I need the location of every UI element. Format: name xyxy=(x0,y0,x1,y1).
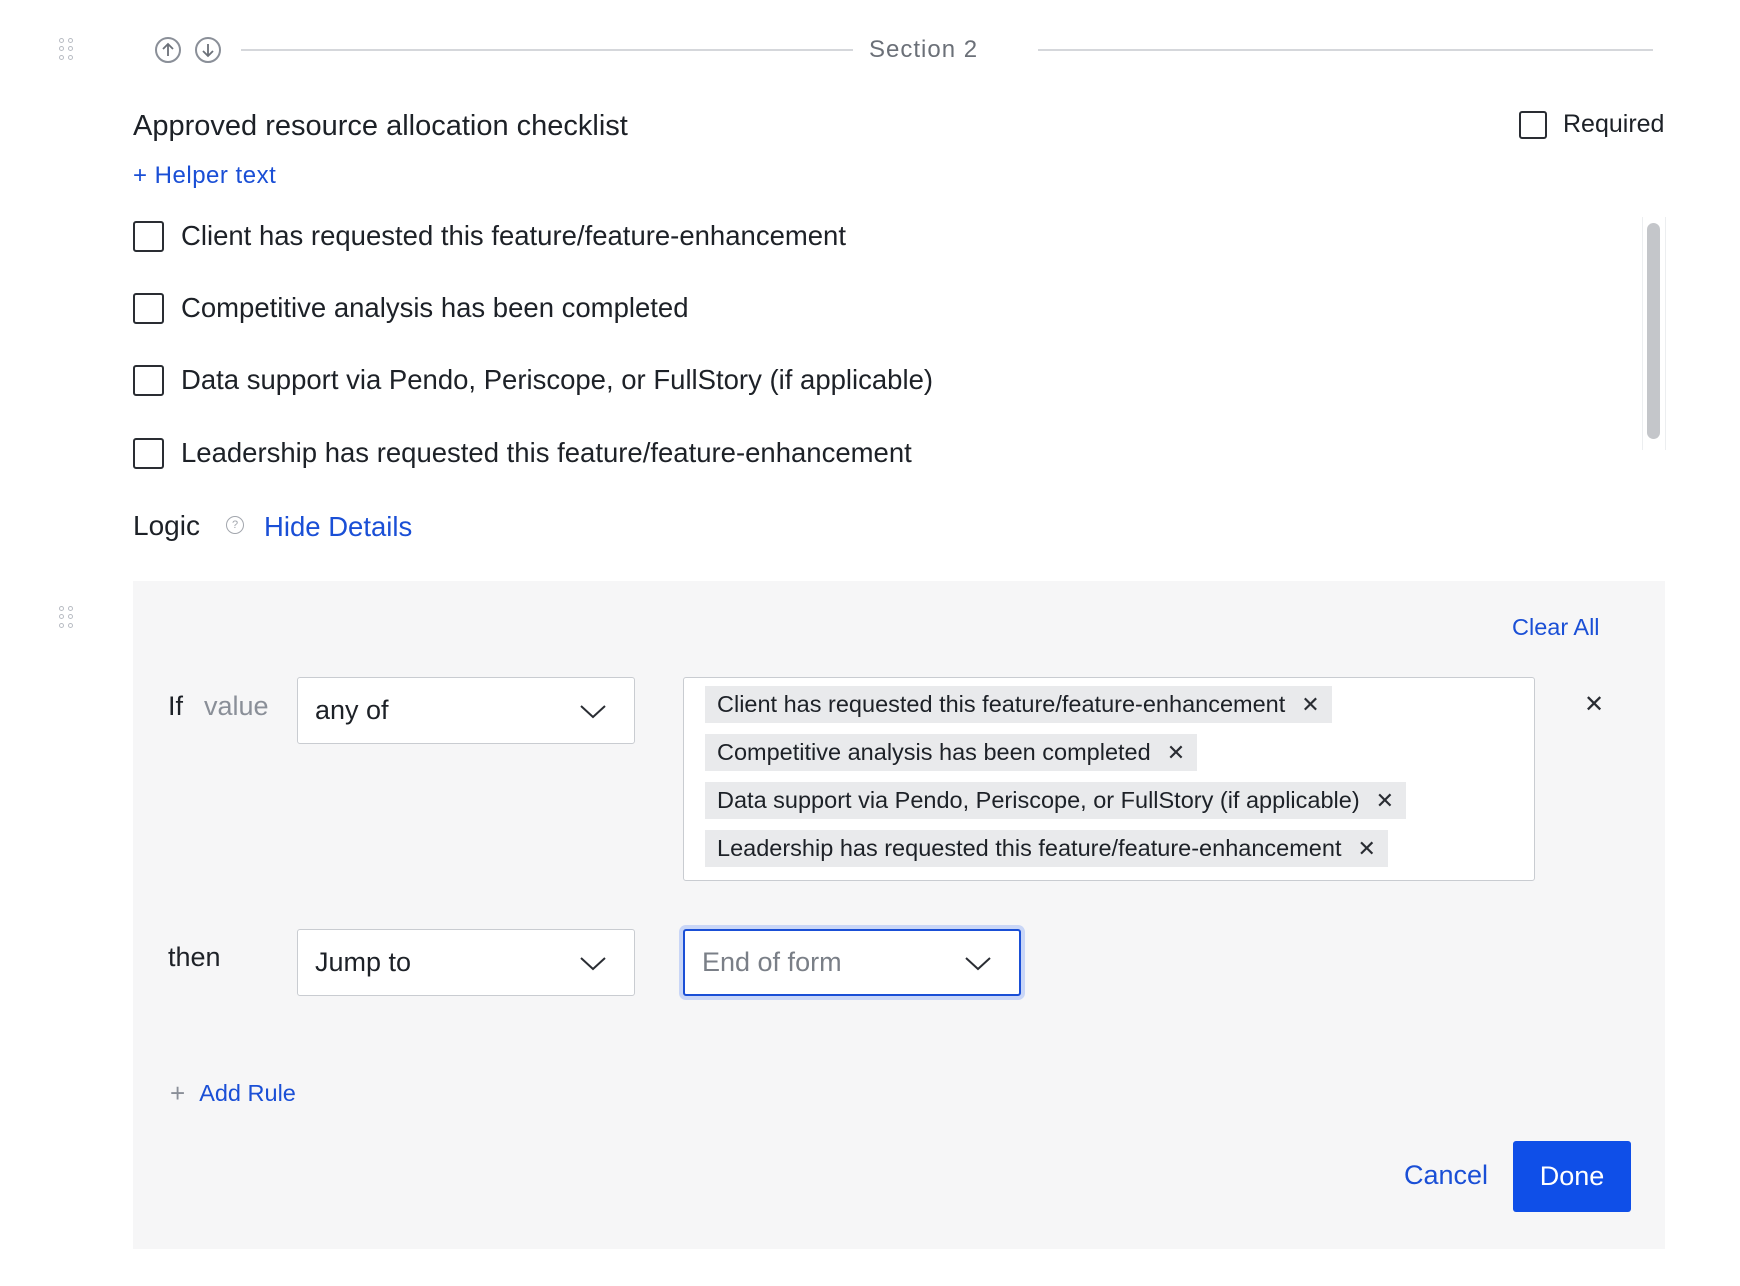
value-tag: Client has requested this feature/featur… xyxy=(705,686,1332,723)
option-checkbox[interactable] xyxy=(133,292,164,324)
required-label: Required xyxy=(1563,110,1665,138)
drag-handle-icon[interactable] xyxy=(59,38,75,60)
add-rule-button[interactable]: + Add Rule xyxy=(170,1078,296,1109)
option-item[interactable]: Client has requested this feature/featur… xyxy=(133,220,846,252)
option-checkbox[interactable] xyxy=(133,364,164,396)
remove-tag-icon[interactable]: ✕ xyxy=(1301,693,1319,716)
value-label: value xyxy=(204,691,269,721)
action-value: Jump to xyxy=(315,947,412,977)
remove-tag-icon[interactable]: ✕ xyxy=(1376,789,1394,812)
option-label: Data support via Pendo, Periscope, or Fu… xyxy=(181,364,934,395)
clear-all-link[interactable]: Clear All xyxy=(1512,614,1600,641)
target-placeholder: End of form xyxy=(702,947,842,977)
remove-tag-icon[interactable]: ✕ xyxy=(1357,837,1375,860)
value-tag: Data support via Pendo, Periscope, or Fu… xyxy=(705,782,1407,819)
value-tag-label: Data support via Pendo, Periscope, or Fu… xyxy=(717,787,1360,813)
logic-label: Logic xyxy=(133,510,200,541)
values-multiselect[interactable]: Client has requested this feature/featur… xyxy=(683,677,1535,881)
chevron-down-icon xyxy=(580,695,606,726)
question-circle-icon[interactable]: ? xyxy=(226,516,244,534)
value-tag-label: Client has requested this feature/featur… xyxy=(717,691,1286,717)
section-title: Section 2 xyxy=(869,36,979,63)
hide-details-link[interactable]: Hide Details xyxy=(264,511,412,543)
operator-select[interactable]: any of xyxy=(297,677,635,744)
option-label: Client has requested this feature/featur… xyxy=(181,220,846,251)
chevron-down-icon xyxy=(965,947,991,978)
remove-rule-icon[interactable]: ✕ xyxy=(1584,693,1604,717)
value-tag-label: Competitive analysis has been completed xyxy=(717,739,1151,765)
action-select[interactable]: Jump to xyxy=(297,929,635,996)
section-divider xyxy=(241,49,853,51)
move-up-icon[interactable] xyxy=(155,37,181,63)
operator-value: any of xyxy=(315,695,389,725)
option-item[interactable]: Leadership has requested this feature/fe… xyxy=(133,437,912,469)
drag-handle-icon[interactable] xyxy=(59,606,75,628)
option-label: Leadership has requested this feature/fe… xyxy=(181,437,912,468)
add-rule-label: Add Rule xyxy=(199,1080,296,1106)
remove-tag-icon[interactable]: ✕ xyxy=(1167,741,1185,764)
option-checkbox[interactable] xyxy=(133,220,164,252)
add-helper-text-link[interactable]: + Helper text xyxy=(133,162,276,190)
target-select[interactable]: End of form xyxy=(683,929,1021,996)
plus-icon: + xyxy=(170,1078,186,1108)
required-toggle[interactable]: Required xyxy=(1519,110,1664,139)
value-tag: Competitive analysis has been completed … xyxy=(705,734,1198,771)
value-tag-label: Leadership has requested this feature/fe… xyxy=(717,835,1342,861)
option-item[interactable]: Competitive analysis has been completed xyxy=(133,292,689,324)
then-label: then xyxy=(168,942,221,972)
option-label: Competitive analysis has been completed xyxy=(181,292,689,323)
cancel-button[interactable]: Cancel xyxy=(1404,1160,1488,1191)
option-item[interactable]: Data support via Pendo, Periscope, or Fu… xyxy=(133,364,933,396)
chevron-down-icon xyxy=(580,947,606,978)
section-divider xyxy=(1038,49,1653,51)
value-tag: Leadership has requested this feature/fe… xyxy=(705,830,1388,867)
scrollbar-thumb[interactable] xyxy=(1647,223,1660,439)
required-checkbox[interactable] xyxy=(1519,110,1547,139)
question-title: Approved resource allocation checklist xyxy=(133,110,628,142)
done-button[interactable]: Done xyxy=(1513,1141,1631,1212)
option-checkbox[interactable] xyxy=(133,437,164,469)
if-label: If xyxy=(168,691,184,721)
move-down-icon[interactable] xyxy=(195,37,221,63)
